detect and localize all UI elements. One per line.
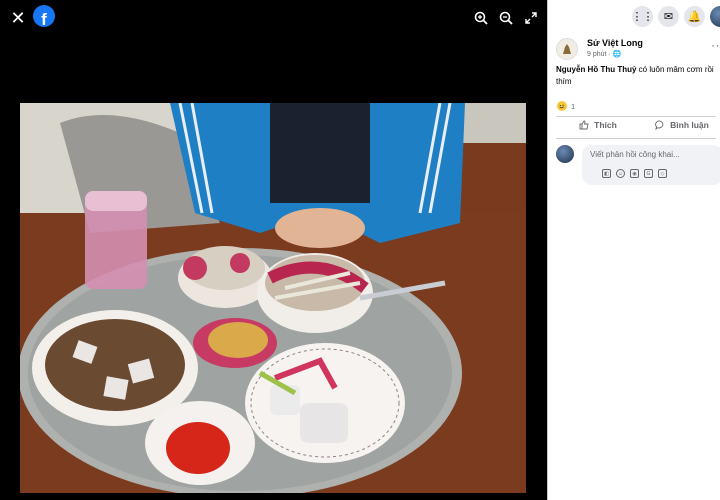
menu-grid-icon[interactable]: ⋮⋮ — [632, 6, 654, 27]
facebook-logo-icon[interactable]: f — [33, 5, 55, 27]
comment-input[interactable]: Viết phản hồi công khai... ◧ ☺ ◉ G ◇ ➤ — [582, 145, 720, 185]
post-panel: ⋮⋮ ✉ 🔔 Sử Việt Long 9 phút · 🌐 ··· Nguyễ… — [547, 0, 720, 500]
comment-button[interactable]: Bình luận — [640, 120, 720, 130]
close-button[interactable]: ✕ — [7, 7, 29, 29]
author-meta: Sử Việt Long 9 phút · 🌐 — [587, 38, 643, 58]
comment-bubble-icon — [655, 120, 664, 130]
divider — [556, 116, 716, 117]
post-photo — [20, 103, 526, 493]
zoom-out-icon — [499, 11, 513, 25]
divider — [556, 138, 716, 139]
like-button[interactable]: Thích — [556, 120, 640, 130]
globe-icon: 🌐 — [612, 51, 622, 58]
fullscreen-button[interactable] — [520, 7, 542, 29]
sticker-icon[interactable]: ◧ — [602, 169, 611, 178]
my-avatar[interactable] — [556, 145, 574, 163]
emoji-icon[interactable]: ☺ — [616, 169, 625, 178]
comment-label: Bình luận — [670, 120, 709, 130]
more-options-button[interactable]: ··· — [711, 38, 720, 52]
avatar-sticker-icon[interactable]: ◇ — [658, 169, 667, 178]
reaction-count: 1 — [571, 101, 576, 111]
post-actions: Thích Bình luận — [556, 120, 720, 130]
post-time-text: 9 phút · — [587, 51, 611, 58]
post-header: Sử Việt Long 9 phút · 🌐 — [556, 38, 643, 60]
zoom-out-button[interactable] — [495, 7, 517, 29]
gif-icon[interactable]: G — [644, 169, 653, 178]
post-text: Nguyễn Hồ Thu Thuỷ có luôn mâm cơm rồi t… — [556, 64, 716, 88]
zoom-in-button[interactable] — [470, 7, 492, 29]
haha-reaction-icon: 😆 — [557, 101, 567, 111]
notifications-bell-icon[interactable]: 🔔 — [684, 6, 705, 27]
comment-composer: Viết phản hồi công khai... ◧ ☺ ◉ G ◇ ➤ — [556, 145, 720, 185]
comment-placeholder: Viết phản hồi công khai... — [590, 150, 680, 159]
food-tray-image — [20, 103, 526, 493]
comment-tools: ◧ ☺ ◉ G ◇ — [602, 169, 667, 178]
thumbs-up-icon — [579, 120, 589, 130]
camera-icon[interactable]: ◉ — [630, 169, 639, 178]
author-avatar[interactable] — [556, 38, 578, 60]
close-icon: ✕ — [10, 8, 26, 28]
post-time[interactable]: 9 phút · 🌐 — [587, 50, 643, 58]
fullscreen-icon — [525, 12, 537, 24]
author-avatar-icon — [563, 44, 571, 54]
like-label: Thích — [594, 120, 617, 130]
zoom-in-icon — [474, 11, 488, 25]
profile-avatar[interactable] — [710, 6, 720, 27]
messenger-icon[interactable]: ✉ — [658, 6, 679, 27]
mention-link[interactable]: Nguyễn Hồ Thu Thuỷ — [556, 65, 636, 74]
photo-viewer: ✕ f — [0, 0, 547, 500]
reactions-summary[interactable]: 😆 1 — [557, 101, 575, 111]
author-name[interactable]: Sử Việt Long — [587, 38, 643, 48]
top-nav: ⋮⋮ ✉ 🔔 — [632, 6, 720, 27]
